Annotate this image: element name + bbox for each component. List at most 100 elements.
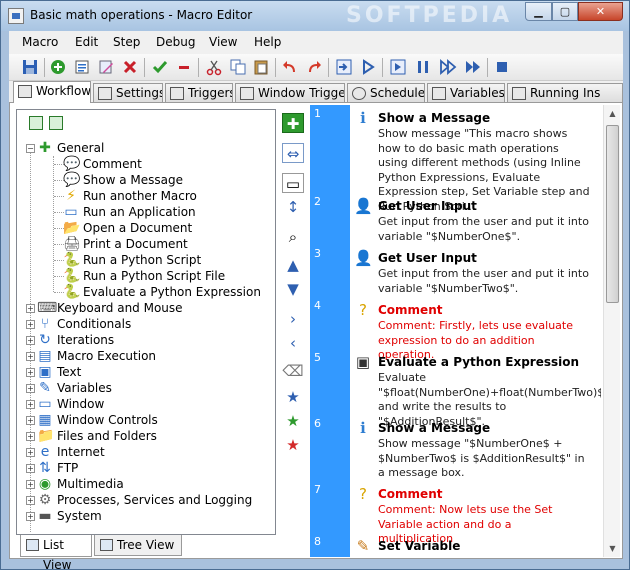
tree-group-internet[interactable]: + e Internet xyxy=(17,444,275,460)
tree-group-window[interactable]: + ▭ Window xyxy=(17,396,275,412)
star-green-icon[interactable]: ★ xyxy=(282,411,304,431)
fast-forward-icon[interactable] xyxy=(439,58,457,76)
tab-schedule[interactable]: Schedule xyxy=(347,83,425,103)
expander-icon[interactable]: + xyxy=(26,480,35,489)
tree-group-keyboard-and-mouse[interactable]: + ⌨ Keyboard and Mouse xyxy=(17,300,275,316)
tree-group-window-controls[interactable]: + ▦ Window Controls xyxy=(17,412,275,428)
step-row[interactable]: 👤 Get User Input Get input from the user a… xyxy=(350,245,600,297)
tree-item-show-a-message[interactable]: 💬 Show a Message xyxy=(17,172,275,188)
expander-icon[interactable]: + xyxy=(26,432,35,441)
note-icon[interactable]: ▭ xyxy=(282,173,304,193)
menu-edit[interactable]: Edit xyxy=(75,35,98,49)
move-up-icon[interactable]: ▲ xyxy=(282,255,304,275)
close-button[interactable]: ✕ xyxy=(578,2,623,21)
menu-step[interactable]: Step xyxy=(113,35,140,49)
menu-debug[interactable]: Debug xyxy=(156,35,195,49)
step-row[interactable]: ✎ Set Variable xyxy=(350,533,600,557)
tree-group-iterations[interactable]: + ↻ Iterations xyxy=(17,332,275,348)
step-into-icon[interactable] xyxy=(335,58,353,76)
step-row[interactable]: ? Comment Comment: Firstly, lets use evalu… xyxy=(350,297,600,361)
tab-list-view[interactable]: List View xyxy=(20,535,92,569)
tree-item-print-a-document[interactable]: 🖨 Print a Document xyxy=(17,236,275,252)
expander-icon[interactable]: + xyxy=(26,496,35,505)
tab-settings[interactable]: Settings xyxy=(93,83,163,103)
outdent-icon[interactable]: ‹ xyxy=(282,333,304,353)
collapse-all-icon[interactable] xyxy=(49,116,63,130)
tree-item-open-a-document[interactable]: 📂 Open a Document xyxy=(17,220,275,236)
expander-icon[interactable]: + xyxy=(26,336,35,345)
redo-icon[interactable] xyxy=(305,58,323,76)
add-step-icon[interactable]: ✚ xyxy=(282,113,304,133)
move-down-icon[interactable]: ▼ xyxy=(282,279,304,299)
tree-group-conditionals[interactable]: + ⑂ Conditionals xyxy=(17,316,275,332)
paste-icon[interactable] xyxy=(252,58,270,76)
scroll-up-arrow-icon[interactable]: ▲ xyxy=(604,105,621,122)
tree-item-run-an-application[interactable]: ▭ Run an Application xyxy=(17,204,275,220)
tree-group-system[interactable]: + ▬ System xyxy=(17,508,275,524)
maximize-button[interactable]: ▢ xyxy=(552,2,578,21)
expand-all-icon[interactable] xyxy=(29,116,43,130)
tree-group-variables[interactable]: + ✎ Variables xyxy=(17,380,275,396)
skip-icon[interactable] xyxy=(464,58,482,76)
eraser-icon[interactable]: ⌫ xyxy=(282,361,304,381)
tree-item-evaluate-a-python-expression[interactable]: 🐍 Evaluate a Python Expression xyxy=(17,284,275,300)
step-row[interactable]: ℹ Show a Message Show message "$NumberOne$… xyxy=(350,415,600,481)
scroll-down-arrow-icon[interactable]: ▼ xyxy=(604,540,621,557)
expander-icon[interactable]: + xyxy=(26,400,35,409)
menu-help[interactable]: Help xyxy=(254,35,281,49)
pause-icon[interactable] xyxy=(414,58,432,76)
tree-group-files-and-folders[interactable]: + 📁 Files and Folders xyxy=(17,428,275,444)
step-row[interactable]: ℹ Show a Message Show message "This macro … xyxy=(350,105,600,213)
tree-group-macro-execution[interactable]: + ▤ Macro Execution xyxy=(17,348,275,364)
list-icon[interactable] xyxy=(73,58,91,76)
expander-icon[interactable]: + xyxy=(26,384,35,393)
run-to-icon[interactable] xyxy=(389,58,407,76)
expander-icon[interactable]: + xyxy=(26,448,35,457)
indent-icon[interactable]: › xyxy=(282,309,304,329)
tab-variables[interactable]: Variables xyxy=(427,83,505,103)
star-red-icon[interactable]: ★ xyxy=(282,435,304,455)
tree-item-run-another-macro[interactable]: ⚡ Run another Macro xyxy=(17,188,275,204)
play-icon[interactable] xyxy=(359,58,377,76)
minus-icon[interactable] xyxy=(175,58,193,76)
save-icon[interactable] xyxy=(21,58,39,76)
edit-step-icon[interactable] xyxy=(97,58,115,76)
expander-icon[interactable]: + xyxy=(26,304,35,313)
step-row[interactable]: ? Comment Comment: Now lets use the Set Va… xyxy=(350,481,600,545)
add-icon[interactable] xyxy=(49,58,67,76)
tab-tree-view[interactable]: Tree View xyxy=(94,535,182,556)
tree-group-general[interactable]: − ✚ General xyxy=(17,140,275,156)
star-blue-icon[interactable]: ★ xyxy=(282,387,304,407)
step-row[interactable]: ▣ Evaluate a Python Expression Evaluate "$… xyxy=(350,349,601,428)
title-bar[interactable]: Basic math operations - Macro Editor SOF… xyxy=(1,1,629,31)
expander-icon[interactable]: − xyxy=(26,144,35,153)
menu-view[interactable]: View xyxy=(209,35,237,49)
expander-icon[interactable]: + xyxy=(26,320,35,329)
move-updown-icon[interactable]: ↕ xyxy=(282,197,304,217)
expander-icon[interactable]: + xyxy=(26,464,35,473)
stop-icon[interactable] xyxy=(493,58,511,76)
tree-item-comment[interactable]: 💬 Comment xyxy=(17,156,275,172)
tab-running-instances[interactable]: Running Ins xyxy=(507,83,623,103)
copy-icon[interactable] xyxy=(229,58,247,76)
tab-workflow[interactable]: Workflow xyxy=(13,81,91,103)
tab-window-triggers[interactable]: Window Triggers xyxy=(235,83,345,103)
tree-group-processes-services-and-logging[interactable]: + ⚙ Processes, Services and Logging xyxy=(17,492,275,508)
scroll-thumb[interactable] xyxy=(606,125,619,303)
tree-item-run-a-python-script-file[interactable]: 🐍 Run a Python Script File xyxy=(17,268,275,284)
swap-icon[interactable]: ⇔ xyxy=(282,143,304,163)
expander-icon[interactable]: + xyxy=(26,416,35,425)
menu-macro[interactable]: Macro xyxy=(22,35,58,49)
tab-triggers[interactable]: Triggers xyxy=(165,83,233,103)
delete-icon[interactable] xyxy=(121,58,139,76)
check-icon[interactable] xyxy=(151,58,169,76)
find-icon[interactable]: ⌕ xyxy=(282,227,304,247)
tree-group-multimedia[interactable]: + ◉ Multimedia xyxy=(17,476,275,492)
tree-group-text[interactable]: + ▣ Text xyxy=(17,364,275,380)
expander-icon[interactable]: + xyxy=(26,352,35,361)
expander-icon[interactable]: + xyxy=(26,368,35,377)
minimize-button[interactable]: ▁ xyxy=(525,2,552,21)
cut-icon[interactable] xyxy=(205,58,223,76)
steps-scrollbar[interactable]: ▲ ▼ xyxy=(603,105,620,557)
tree-item-run-a-python-script[interactable]: 🐍 Run a Python Script xyxy=(17,252,275,268)
